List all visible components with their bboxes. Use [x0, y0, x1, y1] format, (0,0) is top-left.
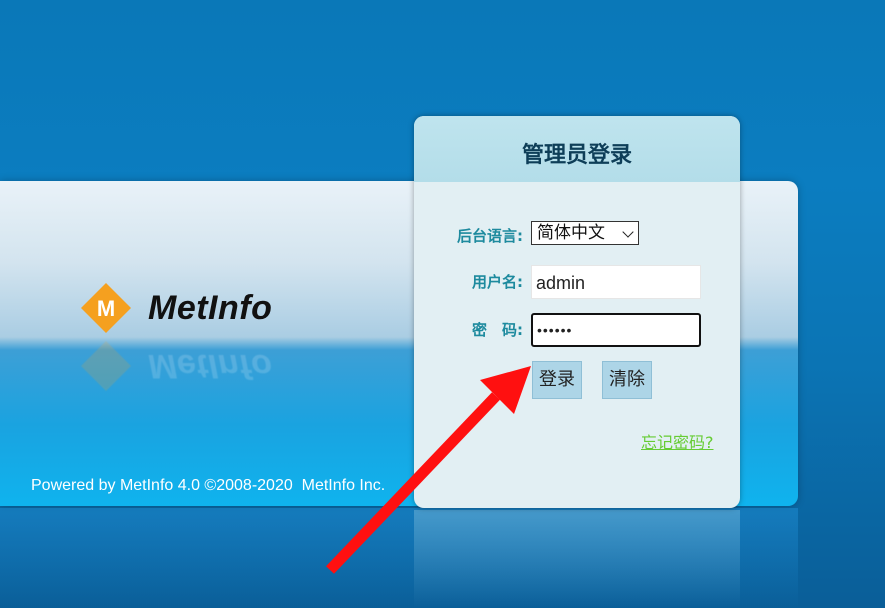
login-page: M MetInfo MetInfo Powered by MetInfo 4.0…	[0, 0, 885, 608]
red-arrow-annotation-icon	[326, 366, 531, 574]
